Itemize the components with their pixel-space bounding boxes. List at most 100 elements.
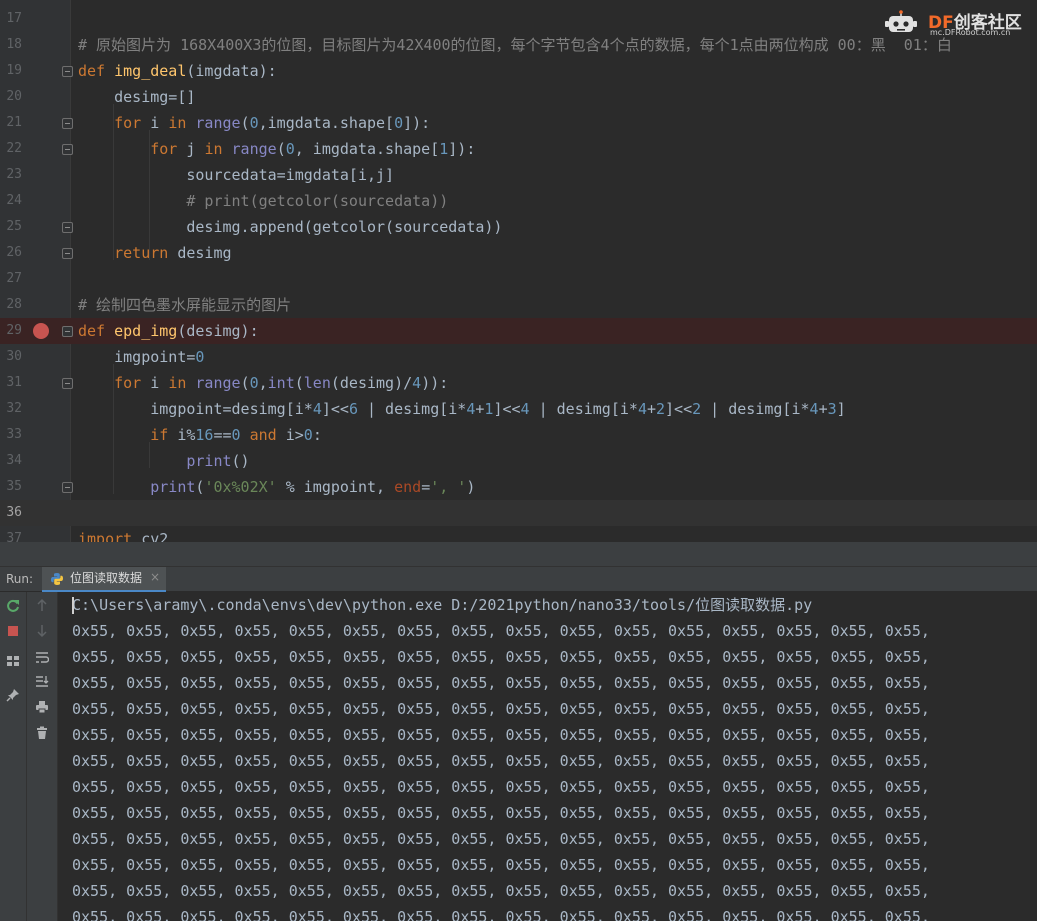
code-line[interactable]: 22 for j in range(0, imgdata.shape[1]): [0, 136, 1037, 162]
code-line[interactable]: 18 # 原始图片为 168X400X3的位图，目标图片为42X400的位图，每个… [0, 32, 1037, 58]
code-text: return desimg [114, 244, 232, 262]
run-panel-header: Run: 位图读取数据 × [0, 566, 1037, 592]
fold-marker-icon[interactable] [62, 118, 73, 129]
line-number[interactable]: 29 [0, 318, 22, 344]
console-output-line: 0x55, 0x55, 0x55, 0x55, 0x55, 0x55, 0x55… [72, 778, 930, 796]
fold-marker-icon[interactable] [62, 66, 73, 77]
code-line[interactable]: 17 [0, 6, 1037, 32]
breakpoint-icon[interactable] [33, 323, 49, 339]
code-line[interactable]: 35 print('0x%02X' % imgpoint, end=', ') [0, 474, 1037, 500]
code-text: # print(getcolor(sourcedata)) [78, 192, 449, 210]
run-toolbar-right [27, 592, 58, 921]
panel-splitter[interactable] [0, 542, 1037, 566]
code-editor[interactable]: 17 18 # 原始图片为 168X400X3的位图，目标图片为42X400的位图，… [0, 0, 1037, 542]
code-text: print() [186, 452, 250, 470]
line-number[interactable]: 19 [0, 58, 22, 84]
fold-marker-icon[interactable] [62, 222, 73, 233]
console-output-line: 0x55, 0x55, 0x55, 0x55, 0x55, 0x55, 0x55… [72, 622, 930, 640]
code-text: if i%16==0 and i>0: [150, 426, 322, 444]
code-line[interactable]: 21 for i in range(0,imgdata.shape[0]): [0, 110, 1037, 136]
robot-logo-icon [885, 10, 917, 32]
console-output-line: 0x55, 0x55, 0x55, 0x55, 0x55, 0x55, 0x55… [72, 752, 930, 770]
line-number[interactable]: 20 [0, 84, 22, 110]
code-line[interactable]: 19 def img_deal(imgdata): [0, 58, 1037, 84]
line-number[interactable]: 17 [0, 6, 22, 32]
line-number[interactable]: 26 [0, 240, 22, 266]
code-text: def epd_img(desimg): [78, 322, 259, 340]
run-tab-label: 位图读取数据 [70, 571, 143, 585]
code-text: imgpoint=0 [78, 348, 205, 366]
scroll-up-icon[interactable] [32, 598, 52, 618]
scroll-down-icon[interactable] [32, 624, 52, 644]
run-toolbar-left [0, 592, 27, 921]
run-tab[interactable]: 位图读取数据 × [42, 567, 167, 592]
line-number[interactable]: 25 [0, 214, 22, 240]
code-line[interactable]: 33 if i%16==0 and i>0: [0, 422, 1037, 448]
code-line[interactable]: 30 imgpoint=0 [0, 344, 1037, 370]
line-number[interactable]: 36 [0, 500, 22, 526]
fold-marker-icon[interactable] [62, 482, 73, 493]
code-line[interactable]: 28 # 绘制四色墨水屏能显示的图片 [0, 292, 1037, 318]
console-caret [72, 597, 74, 614]
layout-icon[interactable] [3, 654, 23, 674]
fold-marker-icon[interactable] [62, 378, 73, 389]
line-number[interactable]: 33 [0, 422, 22, 448]
console-output-line: 0x55, 0x55, 0x55, 0x55, 0x55, 0x55, 0x55… [72, 700, 930, 718]
python-icon [51, 573, 63, 585]
line-number[interactable]: 21 [0, 110, 22, 136]
fold-marker-icon[interactable] [62, 326, 73, 337]
code-text: import cv2 [78, 530, 169, 542]
line-number[interactable]: 34 [0, 448, 22, 474]
line-number[interactable]: 22 [0, 136, 22, 162]
code-line[interactable]: 29 def epd_img(desimg): [0, 318, 1037, 344]
code-text: for j in range(0, imgdata.shape[1]): [150, 140, 476, 158]
code-line[interactable]: 34 print() [0, 448, 1037, 474]
code-text: desimg=[] [78, 88, 196, 106]
code-line[interactable]: 20 desimg=[] [0, 84, 1037, 110]
code-line[interactable]: 23 sourcedata=imgdata[i,j] [0, 162, 1037, 188]
code-line[interactable]: 27 [0, 266, 1037, 292]
console-output-line: 0x55, 0x55, 0x55, 0x55, 0x55, 0x55, 0x55… [72, 830, 930, 848]
line-number[interactable]: 23 [0, 162, 22, 188]
console-output-line: 0x55, 0x55, 0x55, 0x55, 0x55, 0x55, 0x55… [72, 804, 930, 822]
trash-icon[interactable] [32, 726, 52, 746]
line-number[interactable]: 24 [0, 188, 22, 214]
logo-url: mc.DFRobot.com.cn [930, 28, 1011, 37]
line-number[interactable]: 28 [0, 292, 22, 318]
code-text: def img_deal(imgdata): [78, 62, 277, 80]
run-label: Run: [6, 572, 34, 586]
scroll-to-end-icon[interactable] [32, 674, 52, 694]
run-console[interactable]: C:\Users\aramy\.conda\envs\dev\python.ex… [58, 592, 1037, 921]
line-number[interactable]: 32 [0, 396, 22, 422]
line-number[interactable]: 27 [0, 266, 22, 292]
console-output-line: 0x55, 0x55, 0x55, 0x55, 0x55, 0x55, 0x55… [72, 908, 930, 921]
print-icon[interactable] [32, 700, 52, 720]
line-number[interactable]: 35 [0, 474, 22, 500]
code-text: # 原始图片为 168X400X3的位图，目标图片为42X400的位图，每个字节… [78, 36, 952, 54]
close-icon[interactable]: × [150, 570, 160, 584]
console-output-line: 0x55, 0x55, 0x55, 0x55, 0x55, 0x55, 0x55… [72, 648, 930, 666]
dfrobot-logo: DF创客社区 mc.DFRobot.com.cn [884, 6, 1034, 40]
code-line[interactable]: 32 imgpoint=desimg[i*4]<<6 | desimg[i*4+… [0, 396, 1037, 422]
code-line[interactable]: 37 import cv2 [0, 526, 1037, 542]
code-text: sourcedata=imgdata[i,j] [78, 166, 395, 184]
line-number[interactable]: 18 [0, 32, 22, 58]
console-output-line: 0x55, 0x55, 0x55, 0x55, 0x55, 0x55, 0x55… [72, 674, 930, 692]
code-line[interactable]: 26 return desimg [0, 240, 1037, 266]
code-text: imgpoint=desimg[i*4]<<6 | desimg[i*4+1]<… [78, 400, 846, 418]
soft-wrap-icon[interactable] [32, 650, 52, 670]
line-number[interactable]: 31 [0, 370, 22, 396]
code-line[interactable]: 31 for i in range(0,int(len(desimg)/4)): [0, 370, 1037, 396]
code-line[interactable]: 24 # print(getcolor(sourcedata)) [0, 188, 1037, 214]
rerun-icon[interactable] [3, 598, 23, 618]
fold-marker-icon[interactable] [62, 144, 73, 155]
line-number[interactable]: 30 [0, 344, 22, 370]
code-text: for i in range(0,int(len(desimg)/4)): [114, 374, 449, 392]
code-line[interactable]: 36 [0, 500, 1037, 526]
code-line[interactable]: 25 desimg.append(getcolor(sourcedata)) [0, 214, 1037, 240]
line-number[interactable]: 37 [0, 526, 22, 542]
stop-icon[interactable] [3, 624, 23, 644]
fold-marker-icon[interactable] [62, 248, 73, 259]
pin-icon[interactable] [3, 688, 23, 708]
code-text: desimg.append(getcolor(sourcedata)) [78, 218, 503, 236]
